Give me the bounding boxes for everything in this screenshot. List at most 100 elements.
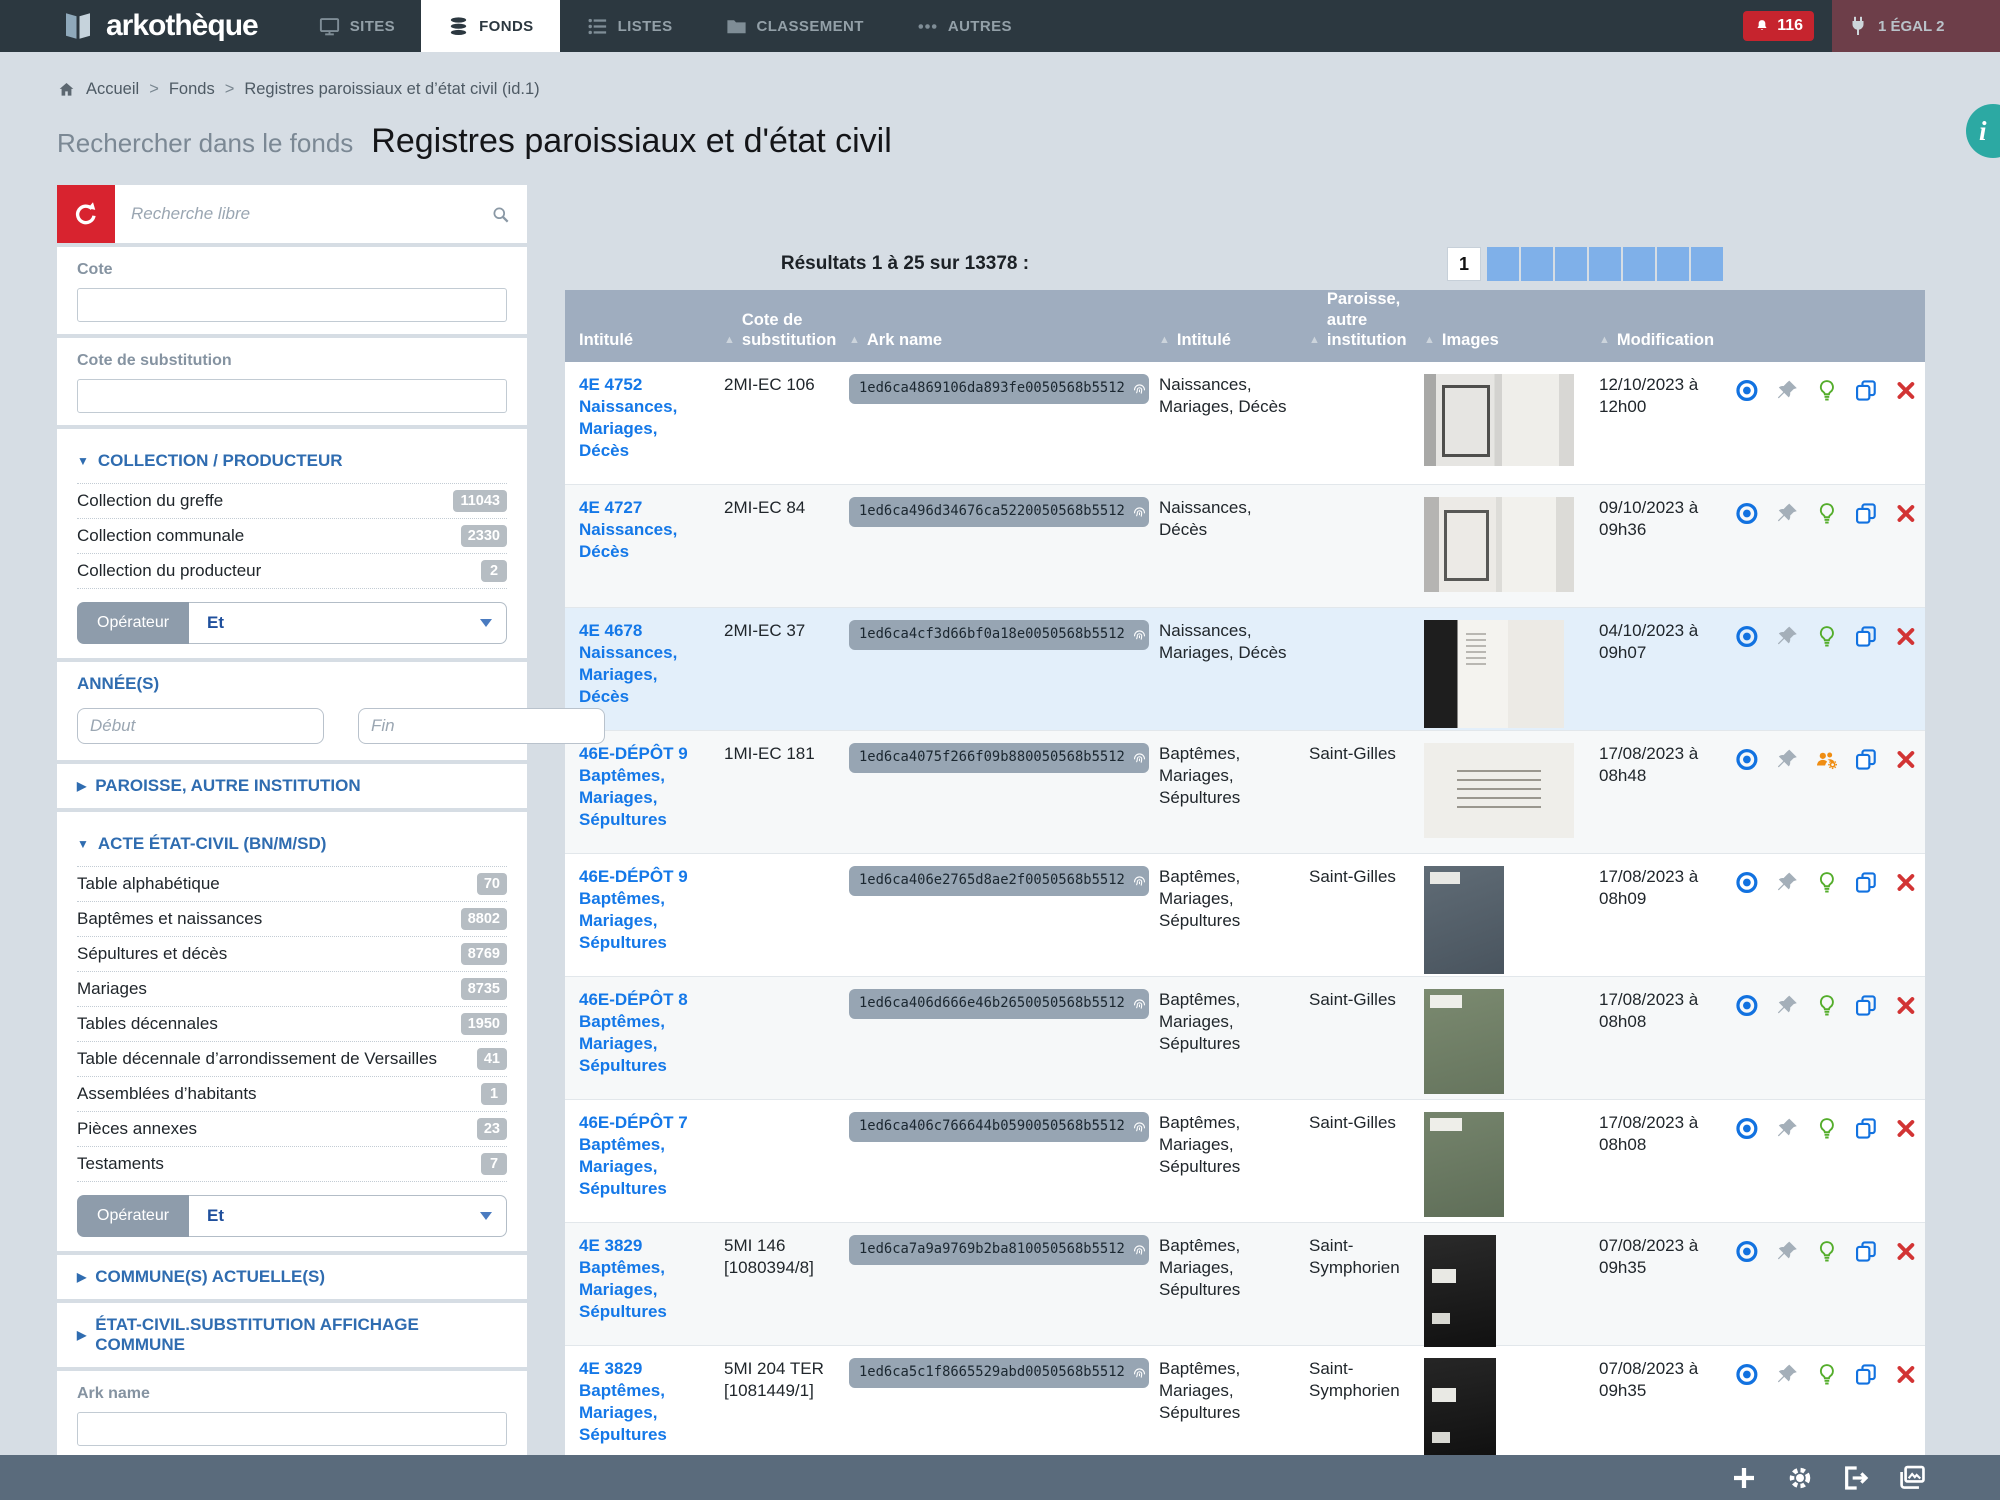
ark-name-input[interactable]	[77, 1412, 507, 1446]
section-header-communes[interactable]: ▶ COMMUNE(S) ACTUELLE(S)	[77, 1255, 507, 1299]
copy-icon[interactable]	[1853, 991, 1879, 1020]
pushpin-icon[interactable]	[1774, 745, 1800, 774]
copy-icon[interactable]	[1853, 745, 1879, 774]
filter-item[interactable]: Sépultures et décès 8769	[77, 937, 507, 972]
copy-icon[interactable]	[1853, 1360, 1879, 1389]
record-link[interactable]: 46E-DÉPÔT 7Baptêmes, Mariages, Sépulture…	[579, 1112, 704, 1198]
target-icon[interactable]	[1734, 622, 1760, 651]
sort-asc-icon[interactable]: ▲	[849, 334, 860, 348]
copy-icon[interactable]	[1853, 622, 1879, 651]
delete-x-icon[interactable]	[1893, 499, 1919, 528]
search-icon[interactable]	[490, 204, 511, 225]
record-thumbnail[interactable]	[1424, 374, 1574, 466]
filter-item[interactable]: Mariages 8735	[77, 972, 507, 1007]
filter-item[interactable]: Baptêmes et naissances 8802	[77, 902, 507, 937]
sort-asc-icon[interactable]: ▲	[1159, 334, 1170, 348]
ark-pill[interactable]: 1ed6ca406c766644b0590050568b5512	[849, 1112, 1149, 1142]
target-icon[interactable]	[1734, 1360, 1760, 1389]
record-link[interactable]: 4E 3829Baptêmes, Mariages, Sépultures	[579, 1235, 704, 1321]
page-button[interactable]	[1521, 247, 1553, 281]
nav-item-fonds[interactable]: FONDS	[421, 0, 560, 52]
record-thumbnail[interactable]	[1424, 620, 1564, 728]
page-button[interactable]	[1623, 247, 1655, 281]
target-icon[interactable]	[1734, 991, 1760, 1020]
pushpin-icon[interactable]	[1774, 499, 1800, 528]
copy-icon[interactable]	[1853, 376, 1879, 405]
ark-pill[interactable]: 1ed6ca496d34676ca5220050568b5512	[849, 497, 1149, 527]
record-thumbnail[interactable]	[1424, 1235, 1496, 1347]
filter-item[interactable]: Testaments 7	[77, 1147, 507, 1182]
ark-pill[interactable]: 1ed6ca406d666e46b2650050568b5512	[849, 989, 1149, 1019]
free-search-input[interactable]	[131, 204, 490, 224]
delete-x-icon[interactable]	[1893, 622, 1919, 651]
gear-button[interactable]	[1784, 1462, 1816, 1494]
delete-x-icon[interactable]	[1893, 1237, 1919, 1266]
nav-item-classement[interactable]: CLASSEMENT	[699, 0, 890, 52]
filter-item[interactable]: Collection du greffe 11043	[77, 484, 507, 519]
record-link[interactable]: 46E-DÉPÔT 9Baptêmes, Mariages, Sépulture…	[579, 743, 704, 829]
delete-x-icon[interactable]	[1893, 745, 1919, 774]
users-gear-icon[interactable]	[1814, 745, 1840, 774]
info-button[interactable]: i	[1966, 104, 2000, 158]
ark-pill[interactable]: 1ed6ca406e2765d8ae2f0050568b5512	[849, 866, 1149, 896]
record-thumbnail[interactable]	[1424, 743, 1574, 838]
record-thumbnail[interactable]	[1424, 866, 1504, 974]
page-button[interactable]	[1691, 247, 1723, 281]
pushpin-icon[interactable]	[1774, 1360, 1800, 1389]
pushpin-icon[interactable]	[1774, 1237, 1800, 1266]
target-icon[interactable]	[1734, 1237, 1760, 1266]
lightbulb-icon[interactable]	[1814, 868, 1840, 897]
cote-input[interactable]	[77, 288, 507, 322]
copy-icon[interactable]	[1853, 1237, 1879, 1266]
operator-select[interactable]: Et	[189, 1195, 507, 1237]
nav-item-listes[interactable]: LISTES	[560, 0, 699, 52]
copy-icon[interactable]	[1853, 1114, 1879, 1143]
user-session[interactable]: 1 ÉGAL 2	[1832, 0, 2000, 52]
nav-item-autres[interactable]: AUTRES	[890, 0, 1038, 52]
filter-item[interactable]: Collection du producteur 2	[77, 554, 507, 589]
plus-button[interactable]	[1728, 1462, 1760, 1494]
pushpin-icon[interactable]	[1774, 376, 1800, 405]
page-button[interactable]	[1487, 247, 1519, 281]
pushpin-icon[interactable]	[1774, 622, 1800, 651]
target-icon[interactable]	[1734, 745, 1760, 774]
lightbulb-icon[interactable]	[1814, 499, 1840, 528]
record-link[interactable]: 4E 4678Naissances, Mariages, Décès	[579, 620, 704, 706]
filter-item[interactable]: Table alphabétique 70	[77, 867, 507, 902]
sort-asc-icon[interactable]: ▲	[1599, 334, 1610, 348]
delete-x-icon[interactable]	[1893, 1360, 1919, 1389]
operator-select[interactable]: Et	[189, 602, 507, 644]
record-link[interactable]: 4E 4752Naissances, Mariages, Décès	[579, 374, 704, 460]
lightbulb-icon[interactable]	[1814, 1237, 1840, 1266]
delete-x-icon[interactable]	[1893, 1114, 1919, 1143]
sign-out-button[interactable]	[1840, 1462, 1872, 1494]
lightbulb-icon[interactable]	[1814, 1360, 1840, 1389]
pushpin-icon[interactable]	[1774, 868, 1800, 897]
filter-item[interactable]: Pièces annexes 23	[77, 1112, 507, 1147]
home-icon[interactable]	[57, 80, 76, 99]
record-link[interactable]: 46E-DÉPÔT 9Baptêmes, Mariages, Sépulture…	[579, 866, 704, 952]
record-link[interactable]: 46E-DÉPÔT 8Baptêmes, Mariages, Sépulture…	[579, 989, 704, 1075]
notifications-badge[interactable]: 116	[1743, 11, 1814, 41]
page-button[interactable]	[1657, 247, 1689, 281]
pushpin-icon[interactable]	[1774, 991, 1800, 1020]
lightbulb-icon[interactable]	[1814, 991, 1840, 1020]
record-thumbnail[interactable]	[1424, 497, 1574, 592]
cote-substitution-input[interactable]	[77, 379, 507, 413]
record-link[interactable]: 4E 4727Naissances, Décès	[579, 497, 704, 561]
record-thumbnail[interactable]	[1424, 989, 1504, 1094]
page-button-current[interactable]: 1	[1447, 247, 1481, 281]
record-thumbnail[interactable]	[1424, 1358, 1496, 1470]
filter-item[interactable]: Assemblées d’habitants 1	[77, 1077, 507, 1112]
breadcrumb-item[interactable]: Fonds	[169, 80, 215, 99]
filter-item[interactable]: Collection communale 2330	[77, 519, 507, 554]
breadcrumb-item[interactable]: Accueil	[86, 80, 139, 99]
app-logo[interactable]: arkothèque	[0, 0, 292, 52]
reset-search-button[interactable]	[57, 185, 115, 243]
page-button[interactable]	[1555, 247, 1587, 281]
images-button[interactable]	[1896, 1462, 1928, 1494]
copy-icon[interactable]	[1853, 499, 1879, 528]
section-header-substitution[interactable]: ▶ ÉTAT-CIVIL.SUBSTITUTION AFFICHAGE COMM…	[77, 1303, 507, 1367]
section-header-collection[interactable]: ▼ COLLECTION / PRODUCTEUR	[77, 439, 507, 484]
lightbulb-icon[interactable]	[1814, 622, 1840, 651]
